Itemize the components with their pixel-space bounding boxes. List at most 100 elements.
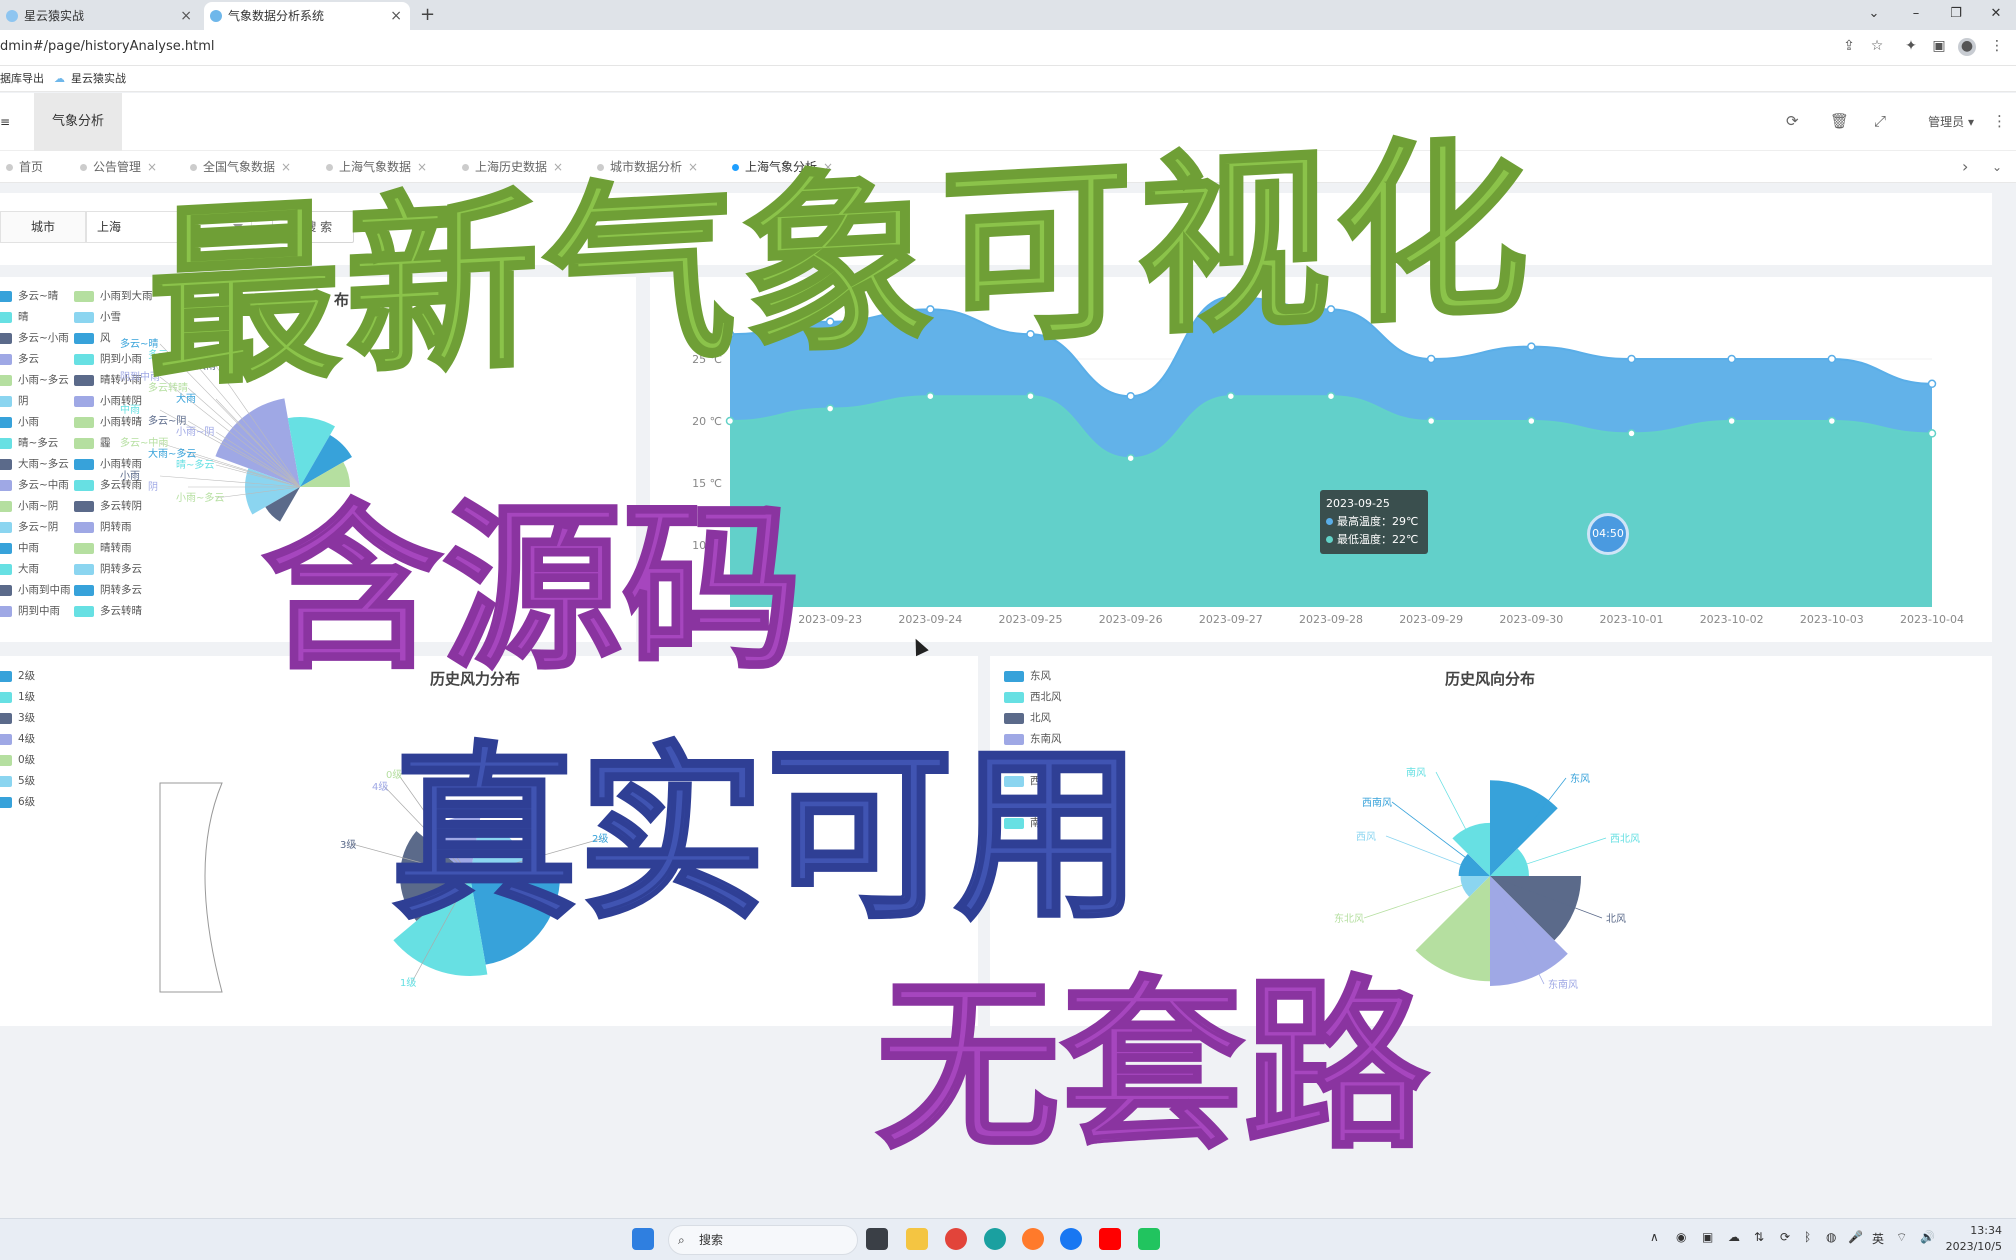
data-point[interactable] (1827, 354, 1837, 364)
tab-search-icon[interactable]: ⌄ (1854, 0, 1894, 30)
system-clock[interactable]: 13:34 2023/10/5 (1946, 1223, 2002, 1255)
cloud-icon: ☁ (54, 72, 65, 85)
pie-label: 阴 (148, 481, 158, 493)
chevron-up-icon[interactable]: ∧ (1650, 1230, 1659, 1244)
chrome-icon[interactable] (945, 1228, 967, 1250)
close-window-icon[interactable]: ✕ (1976, 0, 2016, 30)
data-point[interactable] (1426, 416, 1436, 426)
overlay-headline-2: 含源码 (260, 485, 803, 694)
task-view-icon[interactable] (866, 1228, 888, 1250)
tabs-scroll-right-icon[interactable]: › (1962, 151, 1968, 183)
close-icon[interactable]: × (390, 2, 402, 30)
pycharm-icon[interactable] (1138, 1228, 1160, 1250)
pie-label: 3级 (340, 839, 356, 851)
data-point[interactable] (1827, 416, 1837, 426)
pie-label: 1级 (400, 977, 416, 989)
data-point[interactable] (1627, 354, 1636, 364)
data-point[interactable] (926, 391, 935, 401)
search-icon: ⌕ (678, 1233, 685, 1247)
bookmark-item[interactable]: 据库导出 (0, 66, 44, 92)
tab-home[interactable]: 首页 (6, 151, 43, 183)
refresh-icon[interactable]: ⟳ (1786, 112, 1799, 130)
data-point[interactable] (725, 416, 735, 426)
trash-icon[interactable]: 🗑 (1830, 112, 1849, 130)
firefox-icon[interactable] (1022, 1228, 1044, 1250)
data-point[interactable] (1727, 416, 1736, 426)
data-point[interactable] (1226, 391, 1236, 401)
share-icon[interactable]: ⇪ (1840, 38, 1858, 56)
close-icon[interactable]: × (180, 2, 192, 30)
wifi-icon[interactable]: ⌔ (1896, 1230, 1907, 1245)
network-icon[interactable]: ⇅ (1754, 1230, 1764, 1244)
rose-label: 东北风 (1334, 912, 1364, 925)
profile-icon[interactable]: ● (1958, 38, 1976, 56)
x-tick-label: 2023-09-26 (1099, 613, 1163, 626)
overlay-headline-3: 真实可用 (389, 726, 1144, 945)
tray-app-icon[interactable]: ◉ (1676, 1230, 1686, 1244)
admin-menu[interactable]: 管理员 ▾ (1928, 113, 1974, 130)
x-tick-label: 2023-09-30 (1499, 613, 1563, 626)
close-icon[interactable]: × (281, 160, 291, 174)
edge-icon[interactable] (984, 1228, 1006, 1250)
more-icon[interactable]: ⋮ (1992, 112, 2007, 130)
menu-toggle-icon[interactable]: ≡ (0, 115, 10, 129)
tab-dot-icon (80, 164, 87, 171)
tab-dot-icon (462, 164, 469, 171)
data-point[interactable] (1627, 429, 1636, 438)
wechat-icon[interactable]: ◍ (1826, 1230, 1836, 1244)
data-point[interactable] (1527, 416, 1536, 426)
rose-label: 东南风 (1548, 978, 1578, 991)
tab-label: 上海气象数据 (339, 160, 412, 174)
file-explorer-icon[interactable] (906, 1228, 928, 1250)
minimize-icon[interactable]: – (1896, 0, 1936, 30)
ime-indicator[interactable]: 英 (1872, 1230, 1884, 1247)
close-icon[interactable]: × (417, 160, 427, 174)
sync-icon[interactable]: ⟳ (1780, 1230, 1790, 1244)
cloud-icon[interactable]: ☁ (1728, 1230, 1740, 1244)
data-point[interactable] (1426, 354, 1436, 364)
microphone-icon[interactable]: 🎤 (1848, 1230, 1863, 1244)
data-point[interactable] (1727, 354, 1736, 364)
facebook-icon[interactable] (1060, 1228, 1082, 1250)
browser-tab-1[interactable]: 星云猿实战 × (0, 2, 200, 30)
restore-icon[interactable]: ❐ (1936, 0, 1976, 30)
data-point[interactable] (825, 404, 835, 413)
pie-label: 多云~阴 (148, 414, 186, 427)
data-point[interactable] (1927, 429, 1937, 438)
pie-label: 多云~中雨 (120, 436, 168, 449)
address-bar: dmin#/page/historyAnalyse.html ⇪ ☆ ✦ ▣ ●… (0, 30, 2016, 66)
extensions-icon[interactable]: ✦ (1902, 38, 1920, 56)
data-point[interactable] (1126, 453, 1135, 463)
close-icon[interactable]: × (147, 160, 157, 174)
url-field[interactable]: dmin#/page/historyAnalyse.html (0, 39, 215, 54)
sidebar-icon[interactable]: ▣ (1930, 38, 1948, 56)
tabs-dropdown-icon[interactable]: ⌄ (1992, 151, 2002, 183)
tab-national-weather[interactable]: 全国气象数据 × (190, 151, 291, 183)
data-point[interactable] (1026, 391, 1035, 401)
pie-label: 中雨 (120, 403, 140, 416)
tab-notice[interactable]: 公告管理 × (80, 151, 157, 183)
data-point[interactable] (1527, 342, 1536, 351)
more-icon[interactable]: ⋮ (1988, 38, 2006, 56)
menu-item-weather-analysis[interactable]: 气象分析 (34, 93, 122, 151)
pie-label: 4级 (372, 781, 388, 793)
data-point[interactable] (1326, 391, 1336, 401)
pie-label: 小雨 (120, 470, 140, 482)
series-dot-icon (1326, 518, 1333, 525)
bookmark-item[interactable]: 星云猿实战 (71, 66, 126, 92)
taskbar-search[interactable]: ⌕ 搜索 (668, 1225, 858, 1255)
star-icon[interactable]: ☆ (1868, 38, 1886, 56)
windows-start-icon[interactable] (632, 1228, 654, 1250)
volume-icon[interactable]: 🔊 (1920, 1230, 1935, 1244)
data-point[interactable] (1126, 391, 1135, 401)
new-tab-button[interactable]: + (420, 2, 435, 28)
tooltip-min: 最低温度：22℃ (1326, 531, 1422, 549)
youtube-icon[interactable] (1099, 1228, 1121, 1250)
bluetooth-icon[interactable]: ᛒ (1804, 1230, 1811, 1244)
fullscreen-icon[interactable]: ⤢ (1874, 112, 1886, 130)
funnel-outline (159, 782, 223, 993)
nvidia-icon[interactable]: ▣ (1702, 1230, 1713, 1244)
browser-tab-2[interactable]: 气象数据分析系统 × (204, 2, 410, 30)
data-point[interactable] (1927, 379, 1937, 389)
recording-timer-badge[interactable]: 04:50 (1587, 513, 1629, 555)
